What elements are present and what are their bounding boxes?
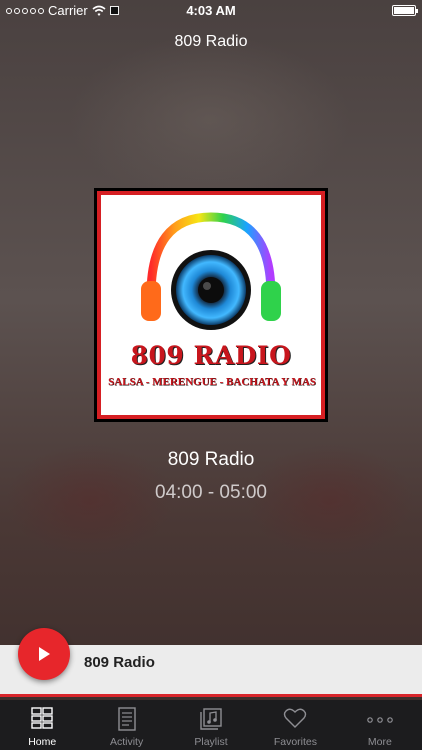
- tab-more[interactable]: More: [338, 700, 422, 750]
- status-bar: Carrier 4:03 AM: [0, 0, 422, 22]
- battery-icon: [392, 5, 418, 16]
- tab-favorites[interactable]: Favorites: [253, 700, 337, 750]
- music-icon: [199, 707, 223, 734]
- tab-home-label: Home: [28, 736, 57, 748]
- tab-bar: Home Activity Playlist Favorites More: [0, 700, 422, 750]
- tab-playlist[interactable]: Playlist: [169, 700, 253, 750]
- tab-playlist-label: Playlist: [194, 736, 228, 748]
- tab-activity-label: Activity: [109, 736, 144, 748]
- station-name: 809 Radio: [167, 449, 255, 470]
- tab-activity[interactable]: Activity: [84, 700, 168, 750]
- tab-favorites-label: Favorites: [273, 736, 318, 748]
- heart-icon: [283, 707, 307, 732]
- logo-title: 809 RADIO: [130, 341, 292, 370]
- play-button[interactable]: [18, 628, 70, 680]
- schedule-time: 04:00 - 05:00: [155, 482, 267, 503]
- tab-more-label: More: [367, 736, 392, 748]
- status-time: 4:03 AM: [186, 3, 236, 18]
- tab-home[interactable]: Home: [0, 700, 84, 750]
- more-icon: [367, 714, 393, 726]
- page-title: 809 Radio: [174, 33, 248, 50]
- document-icon: [117, 707, 137, 734]
- mini-player-title: 809 Radio: [84, 654, 155, 671]
- play-icon: [39, 647, 50, 661]
- logo-tagline: SALSA - MERENGUE - BACHATA Y MAS: [108, 376, 316, 388]
- grid-icon: [31, 707, 53, 732]
- station-artwork: 809 RADIO SALSA - MERENGUE - BACHATA Y M…: [94, 188, 328, 422]
